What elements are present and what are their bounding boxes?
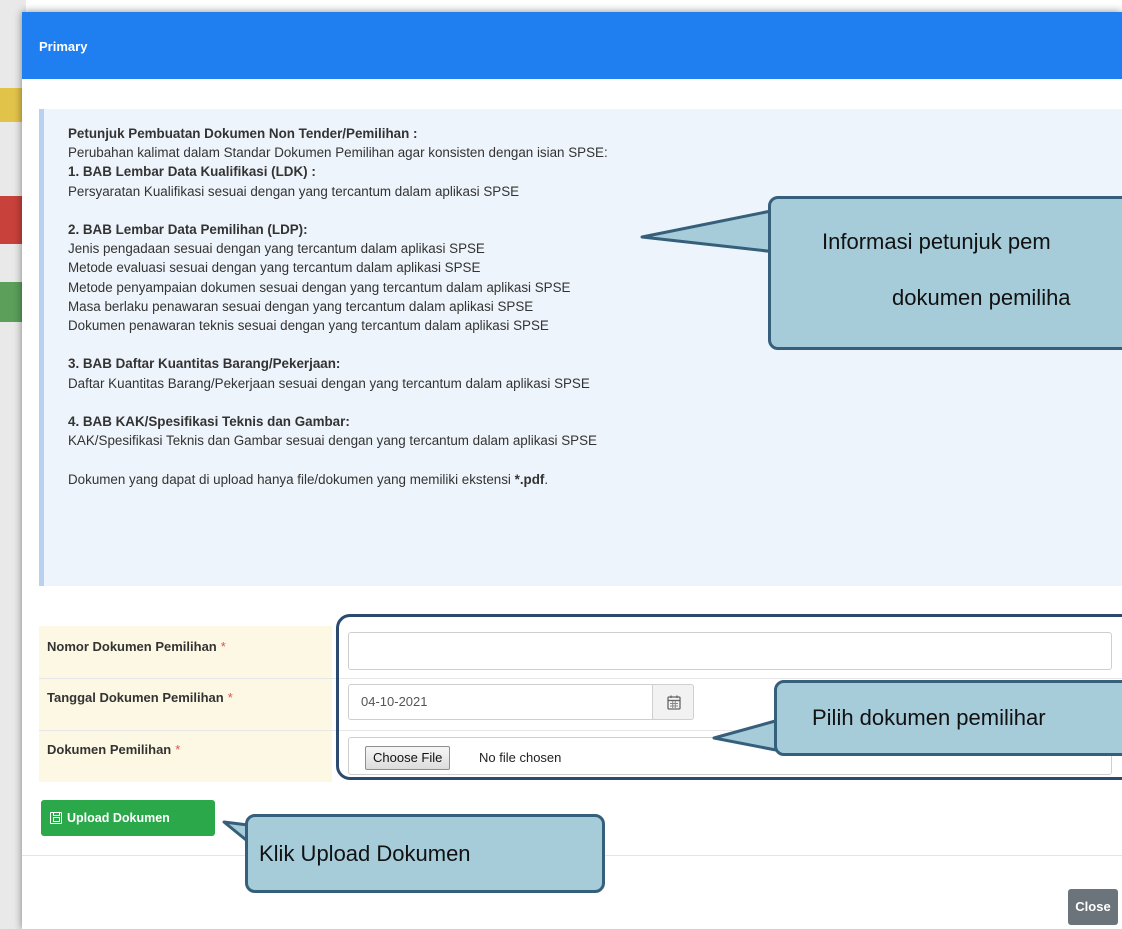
save-icon [50,812,62,824]
dokumen-label: Dokumen Pemilihan * [47,742,181,757]
callout-info-line2: dokumen pemiliha [892,285,1071,310]
nomor-label: Nomor Dokumen Pemilihan * [47,639,226,654]
section-title: 1. BAB Lembar Data Kualifikasi (LDK) : [68,164,316,180]
section-line: Masa berlaku penawaran sesuai dengan yan… [68,298,534,314]
callout-pointer [640,208,778,254]
section-title: 3. BAB Daftar Kuantitas Barang/Pekerjaan… [68,356,341,372]
note-suffix: . [544,471,549,487]
section-line: KAK/Spesifikasi Teknis dan Gambar sesuai… [68,433,597,449]
modal-title: Primary [39,39,88,54]
callout-info: Informasi petunjuk pem dokumen pemiliha [768,196,1122,350]
tanggal-label: Tanggal Dokumen Pemilihan * [47,690,233,705]
callout-klik-text: Klik Upload Dokumen [259,841,471,866]
instructions-heading: Petunjuk Pembuatan Dokumen Non Tender/Pe… [68,126,418,141]
modal-header: Primary [22,12,1122,79]
upload-note: Dokumen yang dapat di upload hanya file/… [68,470,608,489]
callout-pilih: Pilih dokumen pemilihar [774,680,1122,756]
close-button[interactable]: Close [1068,889,1118,925]
upload-document-modal: Primary Petunjuk Pembuatan Dokumen Non T… [22,12,1122,929]
section-title: 2. BAB Lembar Data Pemilihan (LDP): [68,222,308,237]
callout-pointer-join [248,826,258,848]
callout-pointer-join [777,690,789,726]
section-line: Jenis pengadaan sesuai dengan yang terca… [68,241,485,257]
note-prefix: Dokumen yang dapat di upload hanya file/… [68,471,515,487]
section-title: 4. BAB KAK/Spesifikasi Teknis dan Gambar… [68,414,350,429]
callout-info-line1: Informasi petunjuk pem [822,229,1051,254]
section-line: Persyaratan Kualifikasi sesuai dengan ya… [68,183,520,199]
section-line: Dokumen penawaran teknis sesuai dengan y… [68,318,549,334]
callout-pilih-text: Pilih dokumen pemilihar [812,705,1046,730]
upload-label: Upload Dokumen [67,811,170,825]
note-extension: *.pdf [514,471,545,487]
section-line: Metode penyampaian dokumen sesuai dengan… [68,279,571,295]
callout-klik: Klik Upload Dokumen [245,814,605,893]
instructions-text: Petunjuk Pembuatan Dokumen Non Tender/Pe… [68,124,608,489]
upload-dokumen-button[interactable]: Upload Dokumen [41,800,215,836]
section-line: Daftar Kuantitas Barang/Pekerjaan sesuai… [68,375,590,391]
instructions-intro: Perubahan kalimat dalam Standar Dokumen … [68,145,608,161]
callout-pointer-join [771,212,779,250]
section-line: Metode evaluasi sesuai dengan yang terca… [68,260,481,276]
